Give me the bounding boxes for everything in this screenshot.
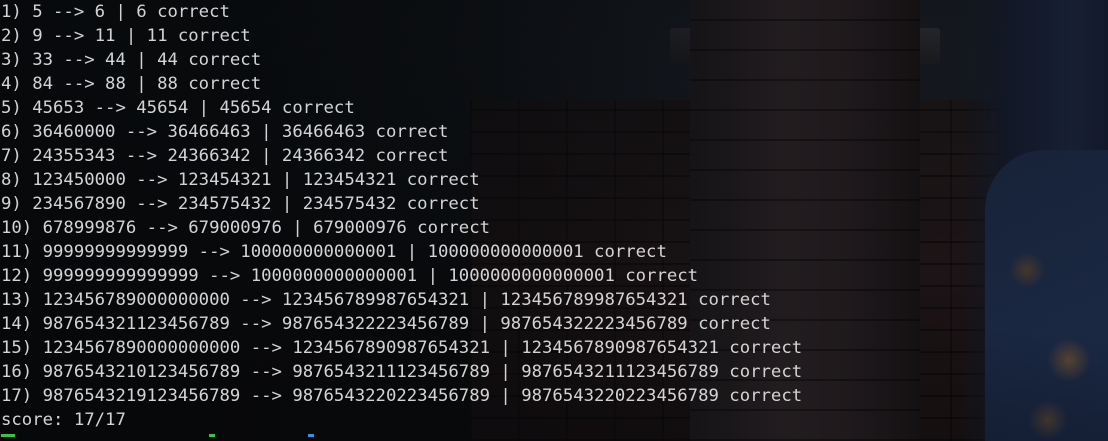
output-line: 16) 9876543210123456789 --> 987654321112… — [1, 362, 803, 382]
output-line: 14) 987654321123456789 --> 9876543222234… — [1, 314, 771, 334]
output-line: 17) 9876543219123456789 --> 987654322022… — [1, 386, 803, 406]
output-line: 6) 36460000 --> 36466463 | 36466463 corr… — [1, 122, 449, 142]
output-line: 11) 99999999999999 --> 100000000000001 |… — [1, 242, 667, 262]
next-prompt-green — [1, 434, 15, 437]
output-line: 9) 234567890 --> 234575432 | 234575432 c… — [1, 194, 480, 214]
output-line: 2) 9 --> 11 | 11 correct — [1, 26, 251, 46]
output-lines: 1) 5 --> 6 | 6 correct 2) 9 --> 11 | 11 c… — [1, 0, 1108, 408]
output-line: 8) 123450000 --> 123454321 | 123454321 c… — [1, 170, 480, 190]
output-line: 12) 999999999999999 --> 1000000000000001… — [1, 266, 699, 286]
output-line: 13) 123456789000000000 --> 1234567899876… — [1, 290, 771, 310]
output-line: 15) 1234567890000000000 --> 123456789098… — [1, 338, 803, 358]
score-line: score: 17/17 — [1, 410, 126, 430]
output-line: 3) 33 --> 44 | 44 correct — [1, 50, 262, 70]
output-line: 5) 45653 --> 45654 | 45654 correct — [1, 98, 355, 118]
output-line: 10) 678999876 --> 679000976 | 679000976 … — [1, 218, 490, 238]
terminal-output[interactable]: 1) 5 --> 6 | 6 correct 2) 9 --> 11 | 11 c… — [0, 0, 1108, 441]
next-prompt-green-2 — [208, 434, 215, 437]
next-prompt-blue — [308, 434, 315, 437]
output-line: 4) 84 --> 88 | 88 correct — [1, 74, 262, 94]
next-prompt-fragment — [1, 432, 1108, 438]
output-line: 1) 5 --> 6 | 6 correct — [1, 2, 230, 22]
output-line: 7) 24355343 --> 24366342 | 24366342 corr… — [1, 146, 449, 166]
